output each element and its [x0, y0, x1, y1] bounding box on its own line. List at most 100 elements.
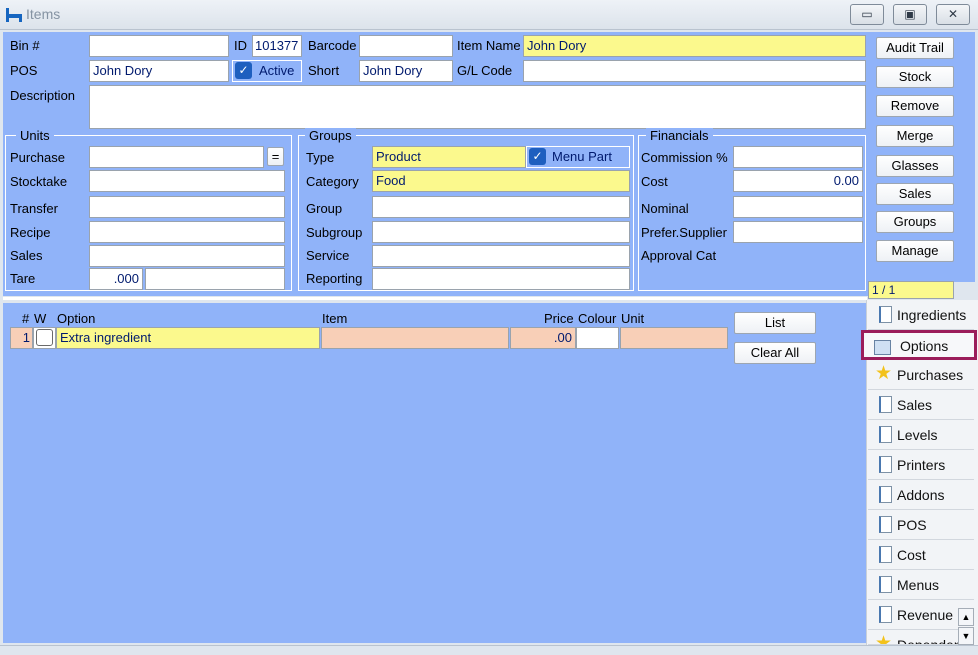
glasses-button[interactable]: Glasses [876, 155, 954, 177]
col-header-price: Price [544, 311, 574, 326]
audit-trail-button[interactable]: Audit Trail [876, 37, 954, 59]
row-unit-field[interactable] [620, 327, 728, 349]
row-option-field[interactable]: Extra ingredient [56, 327, 320, 349]
stock-button[interactable]: Stock [876, 66, 954, 88]
short-field[interactable]: John Dory [359, 60, 453, 82]
reporting-field[interactable] [372, 268, 630, 290]
tab-options[interactable]: Options [861, 330, 977, 360]
scroll-up-arrow[interactable]: ▲ [958, 608, 974, 626]
nominal-field[interactable] [733, 196, 863, 218]
subgroup-field[interactable] [372, 221, 630, 243]
barcode-field[interactable] [359, 35, 453, 57]
prefer-supplier-field[interactable] [733, 221, 863, 243]
sales-unit-field[interactable] [89, 245, 285, 267]
tare-field[interactable]: .000 [89, 268, 143, 290]
menu-part-label: Menu Part [552, 149, 612, 164]
recipe-label: Recipe [10, 225, 51, 240]
merge-button[interactable]: Merge [876, 125, 954, 147]
items-window-icon [6, 8, 22, 22]
remove-button[interactable]: Remove [876, 95, 954, 117]
row-price-field[interactable]: .00 [510, 327, 576, 349]
cost-field[interactable]: 0.00 [733, 170, 863, 192]
tab-sales-label: Sales [897, 397, 933, 413]
groups-title: Groups [305, 128, 356, 143]
tare-unit-field[interactable] [145, 268, 285, 290]
manage-button[interactable]: Manage [876, 240, 954, 262]
tab-purchases[interactable]: ★ Purchases [868, 360, 974, 390]
groups-button[interactable]: Groups [876, 211, 954, 233]
tab-pos[interactable]: POS [868, 510, 974, 540]
transfer-field[interactable] [89, 196, 285, 218]
stocktake-field[interactable] [89, 170, 285, 192]
menu-part-checkbox[interactable]: ✓ [529, 148, 546, 165]
units-title: Units [16, 128, 54, 143]
list-button[interactable]: List [734, 312, 816, 334]
recipe-field[interactable] [89, 221, 285, 243]
document-icon [879, 516, 892, 533]
purchase-field[interactable] [89, 146, 264, 168]
reporting-label: Reporting [306, 271, 363, 286]
commission-label: Commission % [641, 150, 728, 165]
clear-all-button[interactable]: Clear All [734, 342, 816, 364]
tab-cost[interactable]: Cost [868, 540, 974, 570]
short-label: Short [308, 63, 340, 78]
gl-code-label: G/L Code [457, 63, 513, 78]
document-icon [879, 576, 892, 593]
star-icon: ★ [875, 363, 893, 384]
approval-cat-label: Approval Cat [641, 248, 717, 263]
section-divider [3, 297, 867, 300]
tab-sales[interactable]: Sales [868, 390, 974, 420]
document-icon [879, 606, 892, 623]
document-icon [879, 486, 892, 503]
tab-revenue[interactable]: Revenue [868, 600, 958, 630]
bin-label: Bin # [10, 38, 40, 53]
tab-menus-label: Menus [897, 577, 940, 593]
item-name-label: Item Name [457, 38, 521, 53]
description-label: Description [10, 88, 76, 103]
window-title: Items [26, 6, 61, 22]
document-icon [879, 396, 892, 413]
sales-button[interactable]: Sales [876, 183, 954, 205]
tab-levels[interactable]: Levels [868, 420, 974, 450]
maximize-button[interactable]: ▣ [893, 4, 927, 25]
service-field[interactable] [372, 245, 630, 267]
group-label: Group [306, 201, 343, 216]
row-w-checkbox[interactable] [36, 329, 53, 346]
group-field[interactable] [372, 196, 630, 218]
tab-ingredients-label: Ingredients [897, 307, 967, 323]
sales-unit-label: Sales [10, 248, 43, 263]
scroll-down-arrow[interactable]: ▼ [958, 627, 974, 645]
close-button[interactable]: ✕ [936, 4, 970, 25]
commission-field[interactable] [733, 146, 863, 168]
active-label: Active [259, 63, 295, 78]
description-field[interactable] [89, 85, 866, 129]
tab-levels-label: Levels [897, 427, 938, 443]
purchase-equals-button[interactable]: = [267, 147, 284, 166]
document-icon [879, 546, 892, 563]
item-name-field[interactable]: John Dory [523, 35, 866, 57]
document-icon [879, 456, 892, 473]
col-header-item: Item [322, 311, 348, 326]
active-checkbox[interactable]: ✓ [235, 62, 252, 79]
stocktake-label: Stocktake [10, 174, 68, 189]
category-field[interactable]: Food [372, 170, 630, 192]
row-item-field[interactable] [321, 327, 509, 349]
pos-field[interactable]: John Dory [89, 60, 229, 82]
options-icon [874, 340, 891, 355]
tab-addons[interactable]: Addons [868, 480, 974, 510]
tab-menus[interactable]: Menus [868, 570, 974, 600]
star-icon: ★ [875, 633, 893, 645]
minimize-button[interactable]: ▭ [850, 4, 884, 25]
col-header-w: W [34, 311, 47, 326]
financials-title: Financials [646, 128, 713, 143]
col-header-unit: Unit [621, 311, 645, 326]
tab-printers[interactable]: Printers [868, 450, 974, 480]
bin-field[interactable] [89, 35, 229, 57]
table-row[interactable]: 1 Extra ingredient .00 [10, 327, 728, 349]
gl-code-field[interactable] [523, 60, 866, 82]
tab-dependents[interactable]: ★ Dependents [868, 630, 958, 645]
tab-ingredients[interactable]: Ingredients [868, 300, 974, 330]
type-field[interactable]: Product [372, 146, 526, 168]
row-colour-field[interactable] [576, 327, 619, 349]
pos-label: POS [10, 63, 38, 78]
